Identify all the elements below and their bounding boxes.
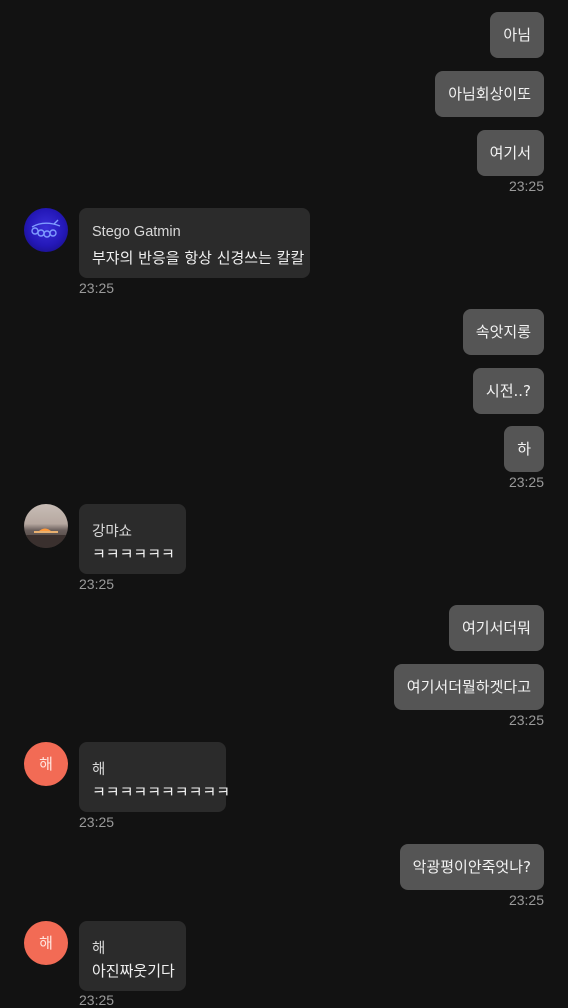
avatar[interactable]: 해 [24, 742, 68, 786]
avatar[interactable]: 해 [24, 921, 68, 965]
outgoing-message[interactable]: 하 [504, 426, 544, 472]
incoming-message[interactable]: Stego Gatmin 부쟈의 반응을 항상 신경쓰는 칼칼 [79, 208, 310, 278]
message-timestamp: 23:25 [508, 474, 544, 490]
outgoing-message[interactable]: 악광평이안죽엇나? [399, 844, 544, 890]
outgoing-message[interactable]: 여기서 [476, 130, 544, 176]
incoming-message[interactable]: 해 ㅋㅋㅋㅋㅋㅋㅋㅋㅋㅋ [79, 742, 230, 812]
chat-messages[interactable]: 아님 아님회상이또 여기서 23:25 Stego Gatmin 부쟈의 반응을… [0, 0, 568, 1008]
incoming-message[interactable]: 강먀쇼 ㅋㅋㅋㅋㅋㅋ [79, 504, 186, 574]
outgoing-message[interactable]: 속앗지롱 [462, 309, 544, 355]
message-timestamp: 23:25 [508, 892, 544, 908]
message-timestamp: 23:25 [508, 178, 544, 194]
avatar-image-icon [31, 219, 61, 238]
message-text: 부쟈의 반응을 항상 신경쓰는 칼칼 [92, 249, 305, 267]
message-timestamp: 23:25 [508, 712, 544, 728]
avatar-image-icon [24, 528, 68, 548]
outgoing-message[interactable]: 여기서더뭘하겟다고 [393, 664, 544, 710]
sender-name: 강먀쇼 [92, 524, 133, 540]
message-timestamp: 23:25 [79, 576, 115, 592]
outgoing-message[interactable]: 시전..? [472, 368, 544, 414]
outgoing-message[interactable]: 여기서더뭐 [448, 605, 544, 651]
message-timestamp: 23:25 [79, 280, 115, 296]
message-timestamp: 23:25 [79, 992, 115, 1008]
sender-name: 해 [92, 941, 106, 957]
message-text: ㅋㅋㅋㅋㅋㅋㅋㅋㅋㅋ [92, 783, 231, 801]
outgoing-message[interactable]: 아님 [490, 12, 544, 58]
avatar[interactable] [24, 504, 68, 548]
message-text: ㅋㅋㅋㅋㅋㅋ [92, 545, 175, 563]
sender-name: 해 [92, 762, 106, 778]
outgoing-message[interactable]: 아님회상이또 [435, 71, 544, 117]
message-text: 아진짜웃기다 [92, 962, 175, 980]
message-timestamp: 23:25 [79, 814, 115, 830]
sender-name: Stego Gatmin [92, 224, 181, 240]
incoming-message[interactable]: 해 아진짜웃기다 [79, 921, 186, 991]
avatar[interactable] [24, 208, 68, 252]
